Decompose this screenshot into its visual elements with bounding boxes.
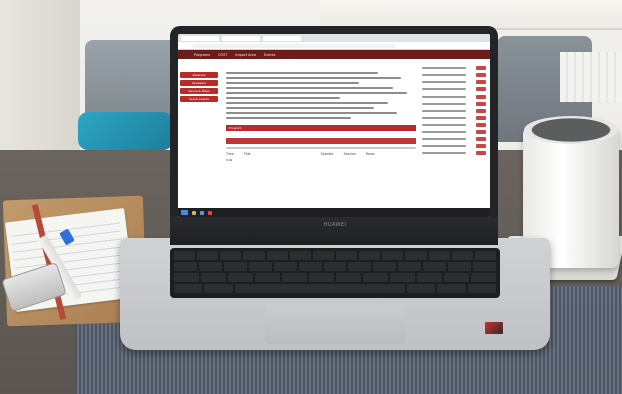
table-cell: 9:00 bbox=[226, 158, 233, 162]
column-header: Session bbox=[343, 152, 356, 156]
photo-scene: HUAWEI Programs COST Impact Area Events … bbox=[0, 0, 622, 394]
panel-row bbox=[422, 144, 486, 148]
app-icon[interactable] bbox=[208, 210, 212, 215]
browser-tabbar bbox=[178, 34, 490, 42]
main-content: Program Time Title Speaker Session Room … bbox=[226, 72, 416, 162]
laptop-screen: Programs COST Impact Area Events Session… bbox=[178, 34, 490, 217]
panel-row bbox=[422, 151, 486, 155]
text-line bbox=[226, 77, 401, 79]
panel-row bbox=[422, 87, 486, 91]
site-navigation: Programs COST Impact Area Events bbox=[178, 50, 490, 59]
panel-row bbox=[422, 80, 486, 84]
text-line bbox=[226, 87, 394, 89]
url-input[interactable] bbox=[192, 43, 395, 48]
radiator bbox=[560, 52, 622, 102]
text-line bbox=[226, 92, 407, 94]
panel-row bbox=[422, 95, 486, 99]
text-line bbox=[226, 107, 375, 109]
panel-button[interactable] bbox=[476, 80, 486, 84]
windows-start-icon[interactable] bbox=[181, 210, 188, 215]
panel-button[interactable] bbox=[476, 123, 486, 127]
sidebar-button[interactable]: Venue & Maps bbox=[180, 88, 218, 94]
sidebar: Sessions Speakers Venue & Maps Social ev… bbox=[178, 72, 222, 104]
column-header: Title bbox=[243, 152, 251, 156]
panel-button[interactable] bbox=[476, 130, 486, 134]
touchpad bbox=[265, 304, 405, 344]
panel-row bbox=[422, 123, 486, 127]
panel-row bbox=[422, 73, 486, 77]
column-header: Speaker bbox=[320, 152, 334, 156]
section-header: Program bbox=[226, 125, 416, 131]
nav-item-cost[interactable]: COST bbox=[218, 53, 227, 57]
text-line bbox=[226, 117, 352, 119]
sidebar-button[interactable]: Sessions bbox=[180, 72, 218, 78]
panel-button[interactable] bbox=[476, 151, 486, 155]
cpu-sticker bbox=[485, 322, 503, 334]
text-line bbox=[226, 97, 340, 99]
panel-row bbox=[422, 137, 486, 141]
address-bar bbox=[178, 42, 490, 50]
table-row[interactable]: 9:00 bbox=[226, 158, 416, 162]
table-header: Time Title Speaker Session Room bbox=[226, 152, 416, 156]
wall bbox=[0, 0, 80, 150]
panel-row bbox=[422, 116, 486, 120]
os-taskbar bbox=[178, 208, 490, 217]
text-line bbox=[226, 82, 359, 84]
nav-item-impact[interactable]: Impact Area bbox=[235, 53, 256, 57]
panel-button[interactable] bbox=[476, 73, 486, 77]
panel-button[interactable] bbox=[476, 102, 486, 106]
panel-button[interactable] bbox=[476, 137, 486, 141]
text-line bbox=[226, 112, 397, 114]
text-line bbox=[226, 147, 416, 149]
browser-tab[interactable] bbox=[181, 35, 219, 41]
folder-icon[interactable] bbox=[192, 210, 196, 215]
sidebar-button[interactable]: Speakers bbox=[180, 80, 218, 86]
teal-pillow bbox=[78, 112, 173, 150]
keyboard bbox=[170, 248, 500, 298]
panel-row bbox=[422, 102, 486, 106]
panel-button[interactable] bbox=[476, 66, 486, 70]
panel-row bbox=[422, 109, 486, 113]
laptop-brand: HUAWEI bbox=[323, 222, 347, 228]
progress-bar bbox=[226, 138, 416, 144]
nav-item-programs[interactable]: Programs bbox=[194, 53, 210, 57]
panel-row bbox=[422, 66, 486, 70]
panel-button[interactable] bbox=[476, 95, 486, 99]
panel-button[interactable] bbox=[476, 87, 486, 91]
cup-rim bbox=[524, 116, 618, 144]
right-panel bbox=[422, 62, 486, 158]
text-line bbox=[226, 102, 388, 104]
column-header: Time bbox=[226, 152, 234, 156]
panel-button[interactable] bbox=[476, 144, 486, 148]
nav-item-events[interactable]: Events bbox=[264, 53, 275, 57]
browser-tab[interactable] bbox=[222, 35, 260, 41]
panel-row bbox=[422, 130, 486, 134]
column-header: Room bbox=[365, 152, 375, 156]
panel-button[interactable] bbox=[476, 116, 486, 120]
browser-icon[interactable] bbox=[200, 210, 204, 215]
browser-tab[interactable] bbox=[263, 35, 301, 41]
sidebar-button[interactable]: Social events bbox=[180, 96, 218, 102]
text-line bbox=[226, 72, 378, 74]
panel-button[interactable] bbox=[476, 109, 486, 113]
